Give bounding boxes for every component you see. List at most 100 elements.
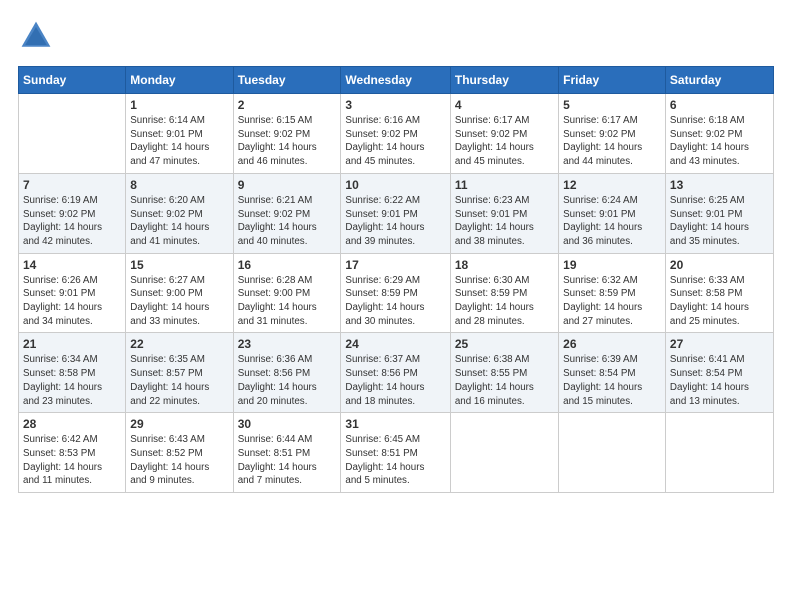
weekday-header: Friday (559, 67, 666, 94)
calendar-cell: 10Sunrise: 6:22 AM Sunset: 9:01 PM Dayli… (341, 173, 450, 253)
day-number: 8 (130, 178, 228, 192)
calendar-cell: 11 Sunrise: 6:23 AM Sunset: 9:01 PM Dayli… (450, 173, 558, 253)
day-number: 20 (670, 258, 769, 272)
calendar-cell: 2 Sunrise: 6:15 AM Sunset: 9:02 PM Daylig… (233, 94, 341, 174)
calendar-body: 1Sunrise: 6:14 AM Sunset: 9:01 PM Daylig… (19, 94, 774, 493)
calendar-cell: 7 Sunrise: 6:19 AM Sunset: 9:02 PM Daylig… (19, 173, 126, 253)
calendar-cell: 30 Sunrise: 6:44 AM Sunset: 8:51 PM Dayli… (233, 413, 341, 493)
calendar-cell: 23 Sunrise: 6:36 AM Sunset: 8:56 PM Dayli… (233, 333, 341, 413)
calendar-cell: 13 Sunrise: 6:25 AM Sunset: 9:01 PM Dayli… (665, 173, 773, 253)
day-number: 2 (238, 98, 337, 112)
day-info: Sunrise: 6:20 AM Sunset: 9:02 PM Dayligh… (130, 194, 228, 249)
day-number: 12 (563, 178, 661, 192)
calendar-cell: 16Sunrise: 6:28 AM Sunset: 9:00 PM Dayli… (233, 253, 341, 333)
weekday-header: Sunday (19, 67, 126, 94)
day-number: 26 (563, 337, 661, 351)
calendar-cell (450, 413, 558, 493)
day-info: Sunrise: 6:17 AM Sunset: 9:02 PM Dayligh… (455, 114, 554, 169)
day-info: Sunrise: 6:18 AM Sunset: 9:02 PM Dayligh… (670, 114, 769, 169)
day-number: 4 (455, 98, 554, 112)
day-info: Sunrise: 6:43 AM Sunset: 8:52 PM Dayligh… (130, 433, 228, 488)
page: SundayMondayTuesdayWednesdayThursdayFrid… (0, 0, 792, 503)
day-number: 17 (345, 258, 445, 272)
day-info: Sunrise: 6:41 AM Sunset: 8:54 PM Dayligh… (670, 353, 769, 408)
day-info: Sunrise: 6:37 AM Sunset: 8:56 PM Dayligh… (345, 353, 445, 408)
calendar-cell: 22 Sunrise: 6:35 AM Sunset: 8:57 PM Dayli… (126, 333, 233, 413)
calendar-cell: 15 Sunrise: 6:27 AM Sunset: 9:00 PM Dayli… (126, 253, 233, 333)
weekday-header: Saturday (665, 67, 773, 94)
calendar-cell: 6 Sunrise: 6:18 AM Sunset: 9:02 PM Daylig… (665, 94, 773, 174)
header-row: SundayMondayTuesdayWednesdayThursdayFrid… (19, 67, 774, 94)
day-info: Sunrise: 6:24 AM Sunset: 9:01 PM Dayligh… (563, 194, 661, 249)
day-info: Sunrise: 6:17 AM Sunset: 9:02 PM Dayligh… (563, 114, 661, 169)
day-number: 15 (130, 258, 228, 272)
day-number: 3 (345, 98, 445, 112)
day-info: Sunrise: 6:27 AM Sunset: 9:00 PM Dayligh… (130, 274, 228, 329)
day-info: Sunrise: 6:38 AM Sunset: 8:55 PM Dayligh… (455, 353, 554, 408)
day-number: 31 (345, 417, 445, 431)
day-info: Sunrise: 6:21 AM Sunset: 9:02 PM Dayligh… (238, 194, 337, 249)
calendar-cell (19, 94, 126, 174)
day-number: 27 (670, 337, 769, 351)
day-info: Sunrise: 6:44 AM Sunset: 8:51 PM Dayligh… (238, 433, 337, 488)
calendar-week-row: 7 Sunrise: 6:19 AM Sunset: 9:02 PM Daylig… (19, 173, 774, 253)
calendar-cell: 25 Sunrise: 6:38 AM Sunset: 8:55 PM Dayli… (450, 333, 558, 413)
header (18, 18, 774, 54)
day-number: 30 (238, 417, 337, 431)
day-info: Sunrise: 6:15 AM Sunset: 9:02 PM Dayligh… (238, 114, 337, 169)
day-number: 18 (455, 258, 554, 272)
day-info: Sunrise: 6:34 AM Sunset: 8:58 PM Dayligh… (23, 353, 121, 408)
day-number: 25 (455, 337, 554, 351)
weekday-header: Monday (126, 67, 233, 94)
logo-icon (18, 18, 54, 54)
calendar-cell: 21 Sunrise: 6:34 AM Sunset: 8:58 PM Dayli… (19, 333, 126, 413)
day-number: 23 (238, 337, 337, 351)
day-number: 5 (563, 98, 661, 112)
weekday-header: Thursday (450, 67, 558, 94)
calendar-cell: 28Sunrise: 6:42 AM Sunset: 8:53 PM Dayli… (19, 413, 126, 493)
day-number: 21 (23, 337, 121, 351)
day-info: Sunrise: 6:23 AM Sunset: 9:01 PM Dayligh… (455, 194, 554, 249)
calendar-cell: 3 Sunrise: 6:16 AM Sunset: 9:02 PM Daylig… (341, 94, 450, 174)
calendar-week-row: 1Sunrise: 6:14 AM Sunset: 9:01 PM Daylig… (19, 94, 774, 174)
calendar-cell: 31Sunrise: 6:45 AM Sunset: 8:51 PM Dayli… (341, 413, 450, 493)
calendar-cell: 18 Sunrise: 6:30 AM Sunset: 8:59 PM Dayli… (450, 253, 558, 333)
day-number: 28 (23, 417, 121, 431)
calendar-cell: 1Sunrise: 6:14 AM Sunset: 9:01 PM Daylig… (126, 94, 233, 174)
day-number: 22 (130, 337, 228, 351)
day-info: Sunrise: 6:32 AM Sunset: 8:59 PM Dayligh… (563, 274, 661, 329)
calendar-cell: 5 Sunrise: 6:17 AM Sunset: 9:02 PM Daylig… (559, 94, 666, 174)
day-info: Sunrise: 6:16 AM Sunset: 9:02 PM Dayligh… (345, 114, 445, 169)
day-info: Sunrise: 6:30 AM Sunset: 8:59 PM Dayligh… (455, 274, 554, 329)
day-info: Sunrise: 6:19 AM Sunset: 9:02 PM Dayligh… (23, 194, 121, 249)
day-info: Sunrise: 6:28 AM Sunset: 9:00 PM Dayligh… (238, 274, 337, 329)
day-number: 7 (23, 178, 121, 192)
calendar-cell: 17 Sunrise: 6:29 AM Sunset: 8:59 PM Dayli… (341, 253, 450, 333)
day-info: Sunrise: 6:29 AM Sunset: 8:59 PM Dayligh… (345, 274, 445, 329)
calendar-table: SundayMondayTuesdayWednesdayThursdayFrid… (18, 66, 774, 493)
calendar-cell: 24Sunrise: 6:37 AM Sunset: 8:56 PM Dayli… (341, 333, 450, 413)
day-number: 19 (563, 258, 661, 272)
calendar-cell: 29Sunrise: 6:43 AM Sunset: 8:52 PM Dayli… (126, 413, 233, 493)
day-info: Sunrise: 6:39 AM Sunset: 8:54 PM Dayligh… (563, 353, 661, 408)
day-info: Sunrise: 6:25 AM Sunset: 9:01 PM Dayligh… (670, 194, 769, 249)
day-info: Sunrise: 6:33 AM Sunset: 8:58 PM Dayligh… (670, 274, 769, 329)
calendar-cell: 4 Sunrise: 6:17 AM Sunset: 9:02 PM Daylig… (450, 94, 558, 174)
day-number: 14 (23, 258, 121, 272)
day-number: 11 (455, 178, 554, 192)
weekday-header: Tuesday (233, 67, 341, 94)
calendar-week-row: 14 Sunrise: 6:26 AM Sunset: 9:01 PM Dayli… (19, 253, 774, 333)
calendar-cell: 8 Sunrise: 6:20 AM Sunset: 9:02 PM Daylig… (126, 173, 233, 253)
day-number: 13 (670, 178, 769, 192)
day-number: 10 (345, 178, 445, 192)
calendar-cell: 12 Sunrise: 6:24 AM Sunset: 9:01 PM Dayli… (559, 173, 666, 253)
weekday-header: Wednesday (341, 67, 450, 94)
calendar-cell: 26 Sunrise: 6:39 AM Sunset: 8:54 PM Dayli… (559, 333, 666, 413)
day-info: Sunrise: 6:35 AM Sunset: 8:57 PM Dayligh… (130, 353, 228, 408)
day-number: 6 (670, 98, 769, 112)
calendar-cell (665, 413, 773, 493)
day-info: Sunrise: 6:14 AM Sunset: 9:01 PM Dayligh… (130, 114, 228, 169)
day-info: Sunrise: 6:26 AM Sunset: 9:01 PM Dayligh… (23, 274, 121, 329)
calendar-cell: 27 Sunrise: 6:41 AM Sunset: 8:54 PM Dayli… (665, 333, 773, 413)
day-info: Sunrise: 6:36 AM Sunset: 8:56 PM Dayligh… (238, 353, 337, 408)
